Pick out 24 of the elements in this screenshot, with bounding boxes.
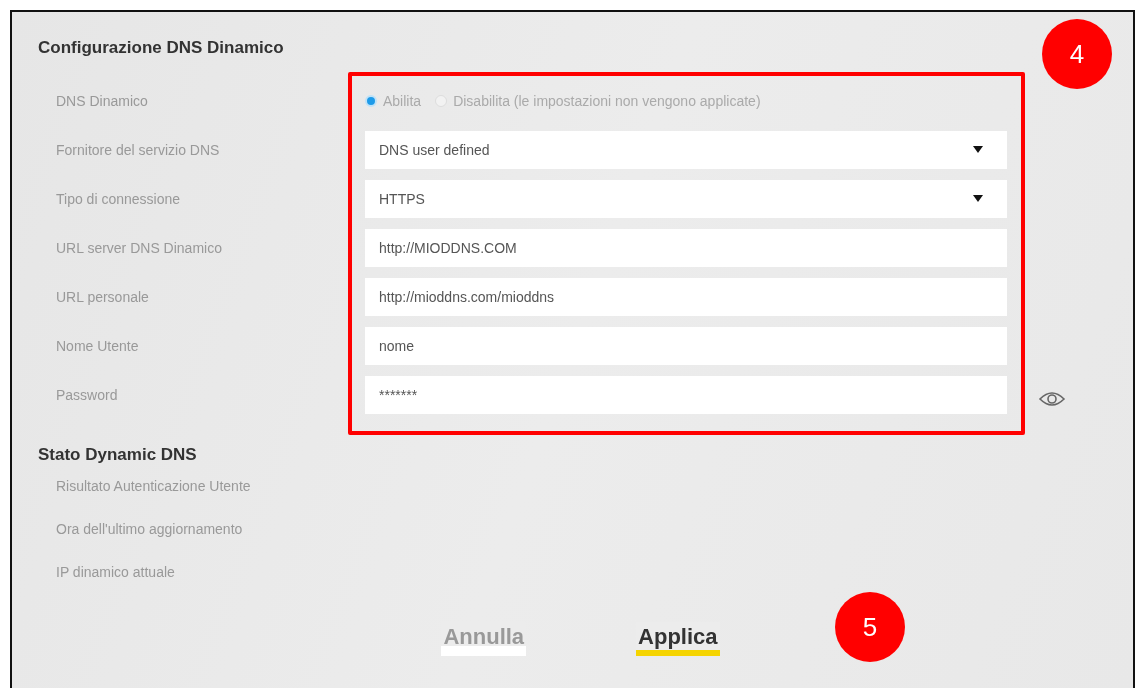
input-field[interactable]: http://mioddns.com/mioddns: [365, 277, 1007, 316]
field-label: Password: [56, 386, 118, 403]
field-label: URL server DNS Dinamico: [56, 239, 222, 256]
dropdown-field[interactable]: HTTPS: [365, 179, 1007, 218]
caret-icon: [973, 146, 983, 153]
step-badge: 5: [835, 592, 905, 662]
step-badge: 4: [1042, 19, 1112, 89]
field-label: URL personale: [56, 288, 149, 305]
input-field[interactable]: nome: [365, 326, 1007, 365]
field-label: Tipo di connessione: [56, 190, 180, 207]
section-title: Stato Dynamic DNS: [38, 444, 197, 466]
eye-icon[interactable]: [1039, 390, 1065, 408]
dropdown-field[interactable]: DNS user defined: [365, 130, 1007, 169]
status-label: IP dinamico attuale: [56, 563, 176, 582]
status-label: Ora dell'ultimo aggiornamento: [56, 520, 244, 539]
password-field[interactable]: *******: [365, 375, 1007, 414]
input-field[interactable]: http://MIODDNS.COM: [365, 228, 1007, 267]
caret-icon: [973, 195, 983, 202]
field-label: Nome Utente: [56, 337, 139, 354]
section-title: Configurazione DNS Dinamico: [38, 37, 284, 59]
status-label: Risultato Autenticazione Utente: [56, 477, 252, 496]
radio-icon[interactable]: [365, 94, 377, 107]
field-label: DNS Dinamico: [56, 92, 148, 109]
field-label: Fornitore del servizio DNS: [56, 141, 220, 158]
